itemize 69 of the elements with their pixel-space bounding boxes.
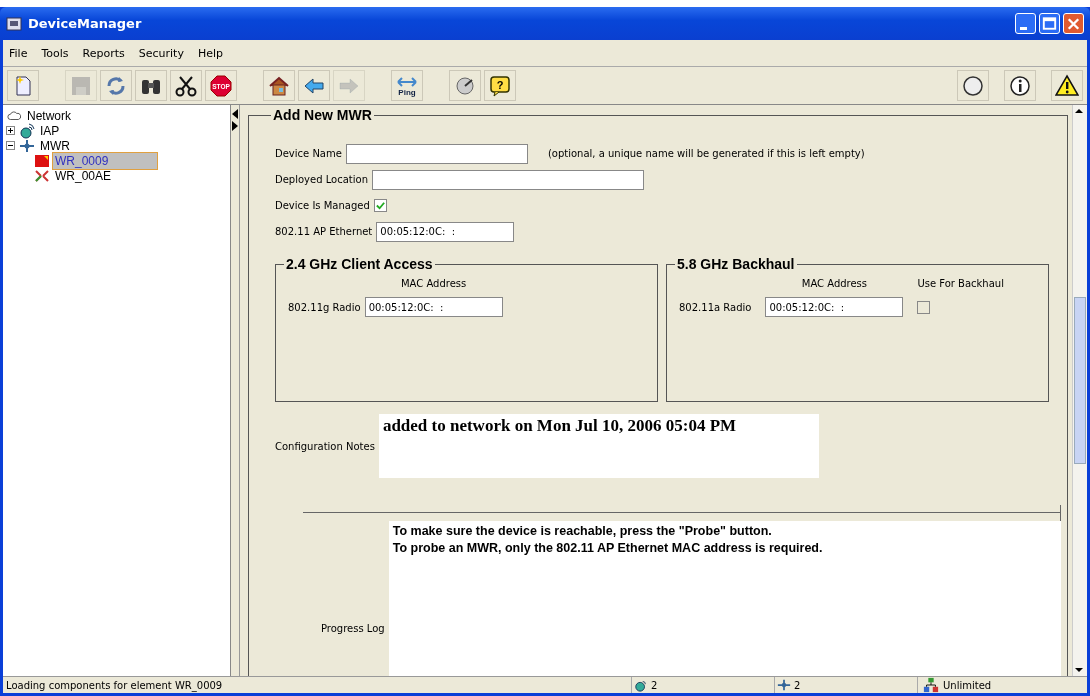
notes-field[interactable]: added to network on Mon Jul 10, 2006 05:04 PM [378, 414, 819, 478]
warning-icon [1055, 73, 1079, 98]
device-alert-icon [34, 152, 50, 169]
node-cross-icon [777, 678, 791, 692]
window-title: DeviceManager [28, 16, 142, 31]
warning-button[interactable] [1051, 70, 1083, 101]
expander-icon[interactable] [6, 141, 15, 150]
location-field[interactable] [372, 169, 644, 190]
mwr-count: 2 [794, 679, 801, 691]
backhaul-checkbox[interactable] [917, 300, 931, 314]
menu-item[interactable]: File [9, 46, 28, 60]
antenna-globe-icon [19, 122, 35, 139]
close-button[interactable] [1063, 13, 1084, 34]
field-label: Progress Log [321, 623, 385, 634]
hint-text: (optional, a unique name will be generated if this is left empty) [547, 148, 865, 159]
home-button[interactable] [263, 70, 295, 101]
node-cross-icon [19, 137, 35, 154]
menu-item[interactable]: Security [138, 46, 184, 60]
column-header: MAC Address [801, 278, 868, 289]
gauge-button[interactable] [449, 70, 481, 101]
tree-item[interactable]: MWR [38, 137, 72, 154]
panel-title: 5.8 GHz Backhaul [676, 256, 796, 272]
find-button[interactable] [135, 70, 167, 101]
info-button[interactable] [1004, 70, 1036, 101]
field-label: Device Is Managed [275, 200, 370, 211]
menu-item[interactable]: Reports [82, 46, 125, 60]
refresh-button[interactable] [100, 70, 132, 101]
device-name-field[interactable] [345, 143, 528, 164]
circle-icon [961, 73, 985, 98]
minimize-button[interactable] [1015, 13, 1036, 34]
field-label: 802.11 AP Ethernet [275, 226, 373, 237]
iap-count: 2 [651, 679, 658, 691]
status-circle-button[interactable] [957, 70, 989, 101]
scrollbar-thumb[interactable] [1074, 297, 1086, 464]
app-icon [6, 15, 22, 32]
column-header: MAC Address [401, 278, 467, 289]
tree-item[interactable]: IAP [38, 122, 62, 139]
new-button[interactable] [7, 70, 39, 101]
antenna-globe-icon [634, 678, 648, 692]
cloud-icon [6, 108, 22, 123]
license-text: Unlimited [943, 679, 992, 691]
cut-button[interactable] [170, 70, 202, 101]
tree-item[interactable]: Network [25, 107, 73, 124]
tree-item[interactable]: WR_00AE [53, 167, 114, 184]
back-button[interactable] [298, 70, 330, 101]
field-label: Deployed Location [275, 174, 368, 185]
column-header: Use For Backhaul [917, 278, 1004, 289]
expander-icon[interactable] [6, 126, 15, 135]
converging-arrows-icon [34, 167, 50, 184]
tree-item[interactable]: WR_0009 [53, 152, 157, 169]
mac-field[interactable]: 00:05:12:0C: : [376, 221, 515, 242]
mac-field[interactable]: 00:05:12:0C: : [765, 297, 904, 317]
network-icon [922, 677, 940, 693]
status-message: Loading components for element WR_0009 [5, 679, 224, 691]
field-label: Device Name [275, 148, 342, 159]
field-label: 802.11g Radio [288, 301, 361, 313]
panel-title: 2.4 GHz Client Access [285, 256, 434, 272]
menu-item[interactable]: Tools [41, 46, 69, 60]
minimize-icon [1019, 26, 1027, 30]
managed-checkbox[interactable] [373, 199, 387, 212]
menu-item[interactable]: Help [197, 46, 223, 60]
log-line: To probe an MWR, only the 802.11 AP Ethernet MAC address is required. [392, 540, 824, 557]
mac-field[interactable]: 00:05:12:0C: : [364, 297, 503, 317]
field-label: Configuration Notes [275, 440, 375, 452]
panel-title: Add New MWR [272, 107, 373, 123]
log-line: To make sure the device is reachable, press the "Probe" button. [392, 523, 773, 540]
maximize-button[interactable] [1039, 13, 1060, 34]
field-label: 802.11a Radio [679, 301, 752, 313]
info-icon [1008, 73, 1032, 98]
